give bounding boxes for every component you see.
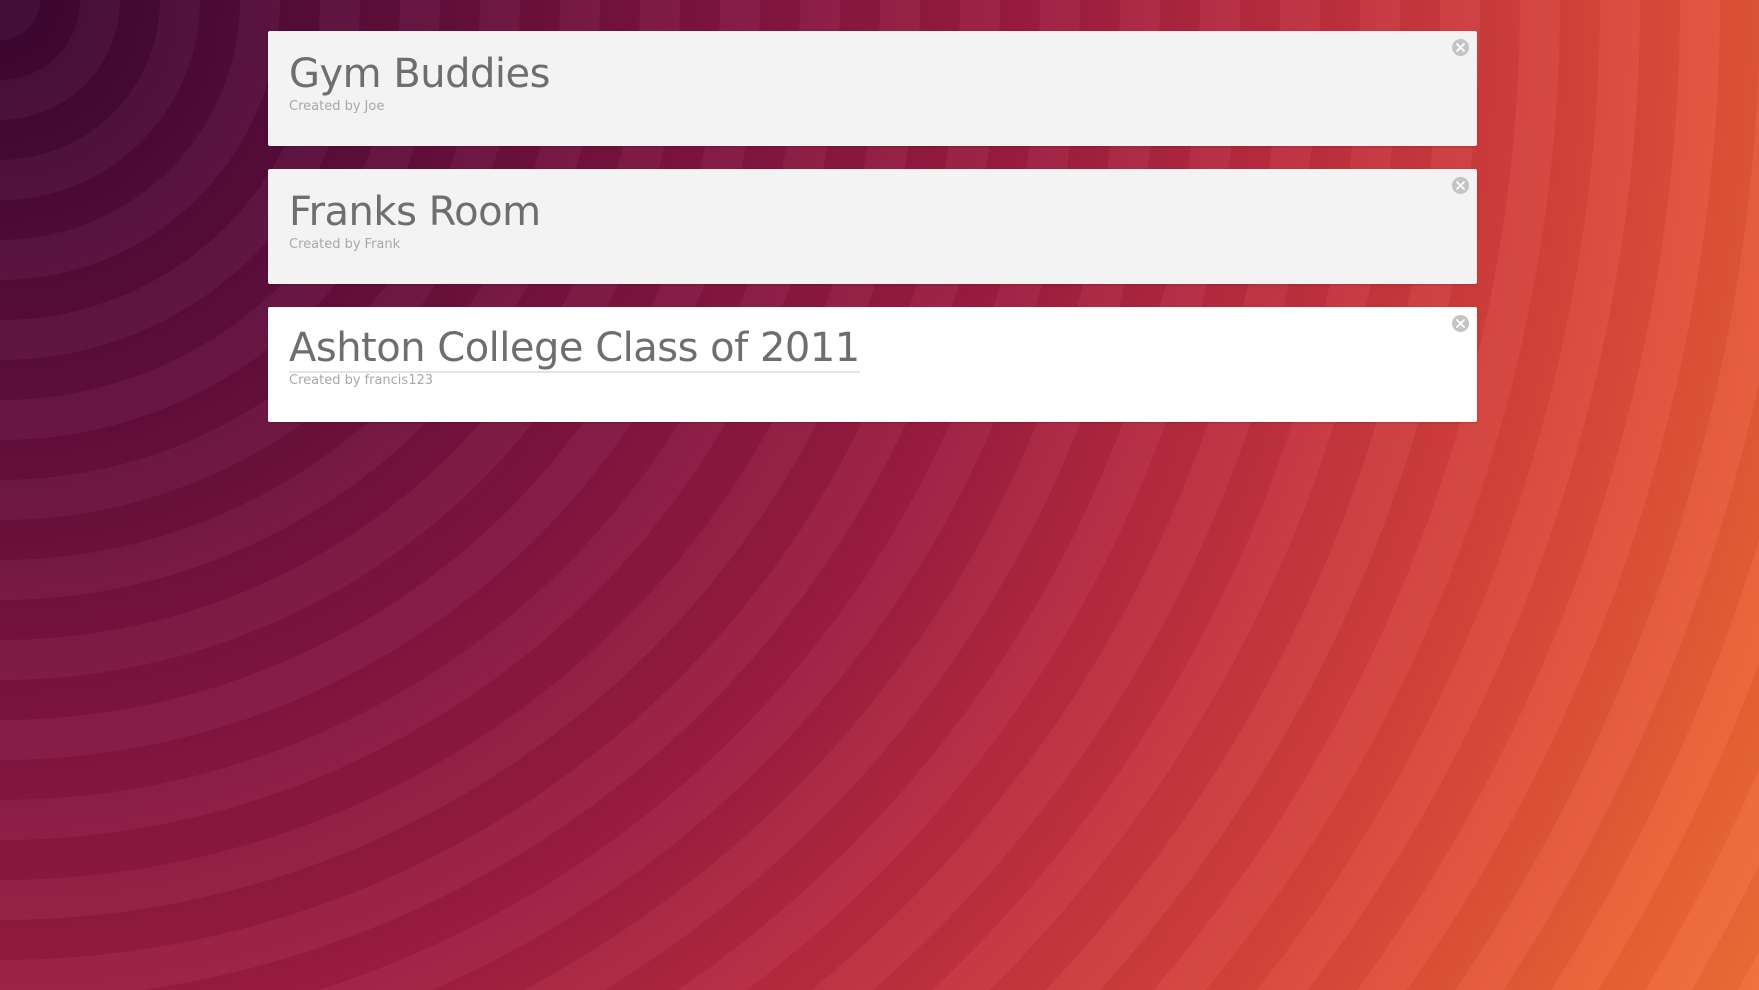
close-icon xyxy=(1456,43,1465,52)
close-button[interactable] xyxy=(1452,315,1469,332)
group-list: Gym Buddies Created by Joe Franks Room Cr… xyxy=(268,31,1477,445)
close-button[interactable] xyxy=(1452,177,1469,194)
created-by-label: Created by xyxy=(289,99,361,114)
close-button[interactable] xyxy=(1452,39,1469,56)
group-creator: Created by Joe xyxy=(289,99,1456,115)
group-card-selected[interactable]: Ashton College Class of 2011 Created by f… xyxy=(268,307,1477,422)
created-by-label: Created by xyxy=(289,373,361,388)
created-by-label: Created by xyxy=(289,237,361,252)
close-icon xyxy=(1456,181,1465,190)
group-name: Gym Buddies xyxy=(289,51,550,97)
creator-name: francis123 xyxy=(364,373,434,388)
group-card[interactable]: Franks Room Created by Frank xyxy=(268,169,1477,284)
group-creator: Created by francis123 xyxy=(289,373,1456,389)
group-creator: Created by Frank xyxy=(289,237,1456,253)
creator-name: Joe xyxy=(364,99,385,114)
group-card[interactable]: Gym Buddies Created by Joe xyxy=(268,31,1477,146)
creator-name: Frank xyxy=(364,237,401,252)
close-icon xyxy=(1456,319,1465,328)
group-name: Franks Room xyxy=(289,189,541,235)
group-name: Ashton College Class of 2011 xyxy=(289,325,860,373)
